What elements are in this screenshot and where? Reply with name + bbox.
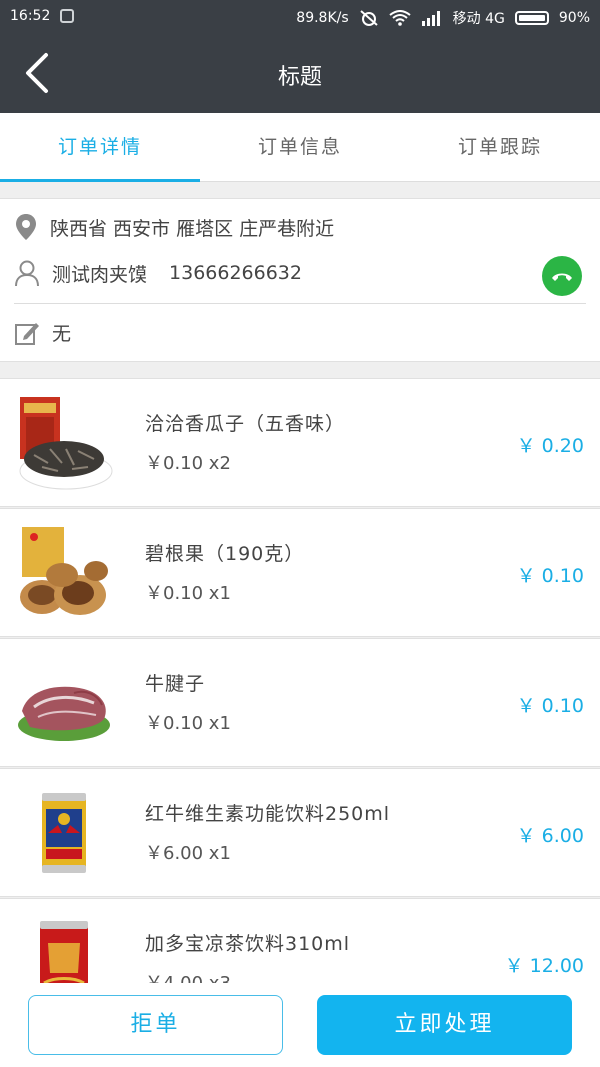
address-text: 陕西省 西安市 雁塔区 庄严巷附近: [50, 217, 335, 240]
edit-note-icon: [15, 322, 39, 345]
item-total: ￥ 6.00: [516, 825, 584, 847]
item-unit-price-qty: ￥6.00 x1: [145, 843, 231, 864]
item-name: 加多宝凉茶饮料310ml: [145, 933, 351, 955]
page-title: 标题: [277, 65, 322, 90]
network-speed: 89.8K/s: [296, 10, 349, 26]
item-name: 洽洽香瓜子（五香味）: [145, 413, 346, 435]
list-item: 洽洽香瓜子（五香味） ￥0.10 x2 ￥ 0.20: [0, 378, 600, 507]
contact-name: 测试肉夹馍: [52, 263, 148, 286]
signal-icon: [421, 11, 440, 26]
wifi-icon: [389, 10, 411, 26]
tab-order-info[interactable]: 订单信息: [200, 113, 400, 181]
product-list[interactable]: 洽洽香瓜子（五香味） ￥0.10 x2 ￥ 0.20 碧根果（190克） ￥0.…: [0, 378, 600, 983]
process-now-button[interactable]: 立即处理: [317, 995, 572, 1055]
item-name: 牛腱子: [145, 673, 206, 695]
tab-order-tracking[interactable]: 订单跟踪: [400, 113, 600, 181]
status-bar: 16:52 89.8K/s 移动 4G 90%: [0, 0, 600, 33]
nav-bar: 标题: [0, 33, 600, 113]
sunflower-seeds-image: [19, 397, 113, 490]
beef-shank-image: [18, 686, 110, 741]
pecans-image: [20, 527, 108, 615]
note-row: 无: [14, 319, 71, 346]
order-info-card: 陕西省 西安市 雁塔区 庄严巷附近 测试肉夹馍 13666266632 无: [0, 198, 600, 362]
status-time: 16:52: [10, 8, 51, 24]
item-total: ￥ 12.00: [504, 955, 584, 977]
carrier: 移动 4G: [452, 11, 505, 27]
user-icon: [15, 260, 39, 287]
list-item: 加多宝凉茶饮料310ml ￥4.00 x3 ￥ 12.00: [0, 898, 600, 983]
sim-card-icon: [60, 9, 75, 23]
list-item: 牛腱子 ￥0.10 x1 ￥ 0.10: [0, 638, 600, 767]
red-bull-can-image: [42, 793, 86, 873]
call-button[interactable]: [542, 256, 582, 296]
contact-row: 测试肉夹馍 13666266632: [14, 259, 302, 287]
item-total: ￥ 0.20: [516, 435, 584, 457]
item-name: 碧根果（190克）: [145, 543, 305, 565]
note-text: 无: [52, 323, 72, 345]
list-item: 碧根果（190克） ￥0.10 x1 ￥ 0.10: [0, 508, 600, 637]
footer-action-bar: 拒单 立即处理: [0, 983, 600, 1067]
tab-order-detail[interactable]: 订单详情: [0, 113, 200, 182]
phone-icon: [552, 273, 572, 281]
jiaduobao-can-image: [40, 921, 88, 983]
item-total: ￥ 0.10: [516, 565, 584, 587]
item-unit-price-qty: ￥0.10 x1: [145, 583, 231, 604]
divider: [14, 303, 586, 304]
contact-phone: 13666266632: [169, 262, 302, 284]
location-pin-icon: [16, 214, 36, 240]
reject-order-button[interactable]: 拒单: [28, 995, 283, 1055]
battery-icon: [514, 11, 549, 25]
alarm-off-icon: [359, 10, 378, 26]
battery-percent: 90%: [558, 10, 590, 26]
item-name: 红牛维生素功能饮料250ml: [145, 803, 391, 825]
tab-bar: 订单详情 订单信息 订单跟踪: [0, 113, 600, 182]
item-unit-price-qty: ￥4.00 x3: [145, 969, 231, 983]
list-item: 红牛维生素功能饮料250ml ￥6.00 x1 ￥ 6.00: [0, 768, 600, 897]
item-unit-price-qty: ￥0.10 x2: [145, 453, 231, 474]
item-total: ￥ 0.10: [516, 695, 584, 717]
item-unit-price-qty: ￥0.10 x1: [145, 713, 231, 734]
address-row: 陕西省 西安市 雁塔区 庄严巷附近: [14, 213, 334, 241]
